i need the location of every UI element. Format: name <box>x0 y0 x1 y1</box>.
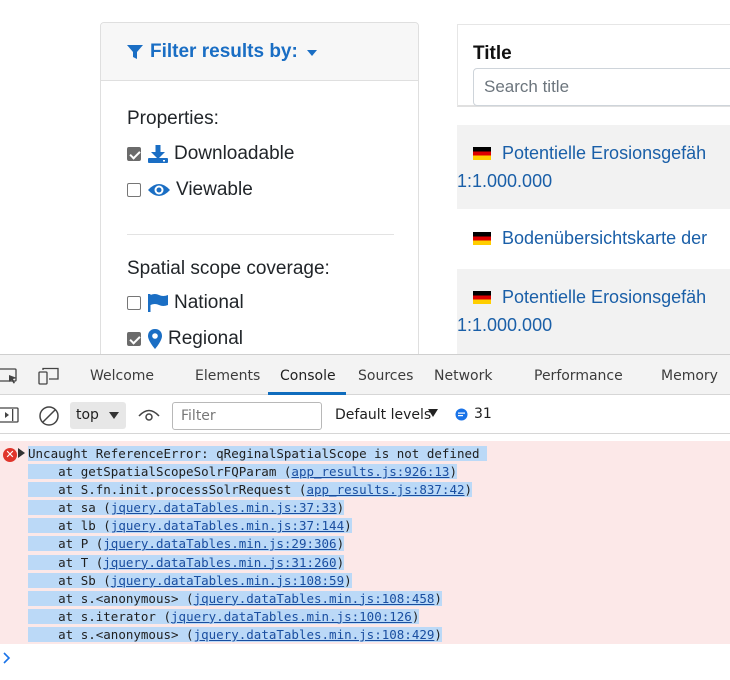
stack-source-link[interactable]: jquery.dataTables.min.js:37:33 <box>111 500 337 515</box>
result-scale: 1:1.000.000 <box>457 315 553 335</box>
stack-function: s.<anonymous> <box>80 626 179 642</box>
issues-counter[interactable]: 31 <box>455 406 492 422</box>
stack-function: sa <box>80 500 96 516</box>
console-toolbar: top Default levels 31 <box>0 396 730 434</box>
tab-performance[interactable]: Performance <box>534 368 623 384</box>
result-title-link[interactable]: Bodenübersichtskarte der <box>502 228 707 249</box>
stack-function: P <box>80 536 89 552</box>
tab-network[interactable]: Network <box>434 368 492 384</box>
germany-flag-icon <box>473 232 491 245</box>
error-stack-trace: Uncaught ReferenceError: qReginalSpatial… <box>18 445 488 644</box>
stack-source-link[interactable]: jquery.dataTables.min.js:108:59 <box>111 573 344 588</box>
stack-source-link[interactable]: app_results.js:926:13 <box>291 464 449 479</box>
stack-function: lb <box>80 518 96 534</box>
national-label: National <box>174 292 244 313</box>
download-icon <box>147 144 169 164</box>
devtools-panel: Welcome Elements Console Sources Network… <box>0 354 730 680</box>
error-text: Uncaught ReferenceError: qReginalSpatial… <box>28 446 480 461</box>
filter-icon <box>126 43 144 61</box>
console-filter-input[interactable] <box>172 402 322 430</box>
sidebar-toggle-icon[interactable] <box>0 407 20 423</box>
live-expression-eye-icon[interactable] <box>138 407 160 423</box>
stack-source-link[interactable]: jquery.dataTables.min.js:100:126 <box>171 609 412 624</box>
tab-console[interactable]: Console <box>280 368 336 384</box>
filter-panel: Filter results by: Properties: Downloada… <box>100 22 419 354</box>
title-column-header[interactable]: Title <box>473 43 730 65</box>
inspect-element-icon[interactable] <box>0 368 20 384</box>
filter-option-downloadable[interactable]: Downloadable <box>127 143 294 165</box>
viewable-label: Viewable <box>176 179 253 200</box>
properties-heading: Properties: <box>127 108 219 129</box>
results-table: Title Potentielle Erosionsgefäh 1:1.000.… <box>457 24 730 354</box>
regional-label: Regional <box>168 328 243 349</box>
map-marker-icon <box>147 329 163 349</box>
filter-option-viewable[interactable]: Viewable <box>127 179 253 201</box>
table-row[interactable]: Bodenübersichtskarte der <box>457 210 730 268</box>
downloadable-checkbox[interactable] <box>127 147 141 161</box>
regional-checkbox[interactable] <box>127 332 141 346</box>
issues-count: 31 <box>474 406 492 422</box>
dropdown-arrow-icon <box>109 412 119 419</box>
web-page: Filter results by: Properties: Downloada… <box>0 0 730 354</box>
tab-welcome[interactable]: Welcome <box>90 368 154 384</box>
stack-source-link[interactable]: jquery.dataTables.min.js:37:144 <box>111 518 344 533</box>
console-error-message[interactable]: ✕ Uncaught ReferenceError: qReginalSpati… <box>0 441 730 644</box>
stack-source-link[interactable]: jquery.dataTables.min.js:31:260 <box>103 555 336 570</box>
stack-function: S.fn.init.processSolrRequest <box>80 482 292 498</box>
filter-option-regional[interactable]: Regional <box>127 328 243 350</box>
filter-title: Filter results by: <box>150 40 298 62</box>
downloadable-label: Downloadable <box>174 143 295 164</box>
context-value: top <box>76 407 99 423</box>
title-search-input[interactable] <box>473 68 730 106</box>
flag-icon <box>147 293 169 313</box>
table-row[interactable]: Potentielle Erosionsgefäh 1:1.000.000 <box>457 125 730 209</box>
result-title-link[interactable]: Potentielle Erosionsgefäh <box>502 143 706 164</box>
stack-function: T <box>80 554 89 570</box>
spatial-scope-heading: Spatial scope coverage: <box>127 258 330 279</box>
germany-flag-icon <box>473 147 491 160</box>
stack-source-link[interactable]: jquery.dataTables.min.js:108:458 <box>194 591 435 606</box>
stack-source-link[interactable]: jquery.dataTables.min.js:108:429 <box>194 627 435 642</box>
eye-icon <box>147 182 171 198</box>
error-icon: ✕ <box>3 448 17 462</box>
stack-source-link[interactable]: jquery.dataTables.min.js:29:306 <box>103 536 336 551</box>
tab-sources[interactable]: Sources <box>358 368 413 384</box>
message-icon <box>455 408 468 421</box>
log-levels-dropdown[interactable]: Default levels <box>335 407 431 423</box>
table-row[interactable]: Potentielle Erosionsgefäh 1:1.000.000 <box>457 269 730 354</box>
chevron-down-icon <box>428 409 438 417</box>
devtools-tab-bar: Welcome Elements Console Sources Network… <box>0 355 730 395</box>
stack-function: s.<anonymous> <box>80 590 179 606</box>
console-prompt-chevron-icon[interactable] <box>2 651 12 665</box>
filter-header[interactable]: Filter results by: <box>101 23 418 81</box>
stack-source-link[interactable]: app_results.js:837:42 <box>306 482 464 497</box>
device-toolbar-icon[interactable] <box>38 367 60 385</box>
result-scale: 1:1.000.000 <box>457 171 553 191</box>
active-tab-indicator <box>268 392 346 395</box>
result-title-link[interactable]: Potentielle Erosionsgefäh <box>502 287 706 308</box>
divider <box>127 234 394 235</box>
tab-memory[interactable]: Memory <box>661 368 718 384</box>
expand-triangle-icon[interactable] <box>18 448 25 458</box>
clear-console-icon[interactable] <box>38 405 60 427</box>
stack-function: Sb <box>80 572 96 588</box>
national-checkbox[interactable] <box>127 296 141 310</box>
tab-elements[interactable]: Elements <box>195 368 260 384</box>
context-select[interactable]: top <box>70 402 126 429</box>
germany-flag-icon <box>473 291 491 304</box>
stack-function: s.iterator <box>80 608 156 624</box>
chevron-down-icon <box>306 49 317 56</box>
filter-option-national[interactable]: National <box>127 292 244 314</box>
viewable-checkbox[interactable] <box>127 183 141 197</box>
results-header: Title <box>457 24 730 107</box>
stack-function: getSpatialScopeSolrFQParam <box>80 464 277 480</box>
